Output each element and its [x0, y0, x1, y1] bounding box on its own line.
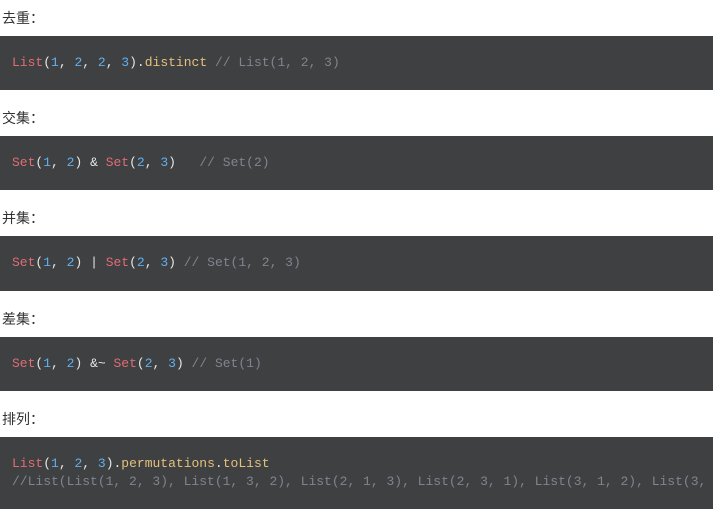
code-token-punc: [98, 255, 106, 270]
code-token-num: 3: [168, 356, 176, 371]
section-label: 交集：: [0, 100, 713, 136]
code-token-punc: ,: [51, 255, 67, 270]
code-token-punc: ): [176, 356, 192, 371]
code-token-punc: .: [215, 456, 223, 471]
code-token-num: 2: [137, 155, 145, 170]
code-token-num: 2: [98, 55, 106, 70]
code-token-kw: Set: [106, 255, 129, 270]
section-label: 排列：: [0, 401, 713, 437]
code-token-punc: (: [137, 356, 145, 371]
code-token-punc: ): [74, 356, 90, 371]
code-token-punc: ,: [145, 155, 161, 170]
code-token-op: |: [90, 255, 98, 270]
gap: [0, 190, 713, 200]
section-label: 去重：: [0, 0, 713, 36]
code-token-op: &~: [90, 356, 106, 371]
code-token-num: 1: [43, 255, 51, 270]
code-token-punc: (: [129, 255, 137, 270]
code-token-num: 2: [137, 255, 145, 270]
code-token-cmt: // Set(1, 2, 3): [184, 255, 301, 270]
code-token-punc: ): [74, 155, 90, 170]
code-token-cmt: // Set(1): [192, 356, 262, 371]
code-token-punc: ): [168, 255, 184, 270]
code-token-punc: [98, 155, 106, 170]
code-token-kw: Set: [106, 155, 129, 170]
code-token-num: 1: [43, 356, 51, 371]
code-token-punc: ,: [82, 55, 98, 70]
code-token-kw: Set: [12, 155, 35, 170]
code-token-punc: ,: [51, 155, 67, 170]
code-token-method: toList: [223, 456, 270, 471]
code-token-punc: [207, 55, 215, 70]
code-token-punc: ,: [82, 456, 98, 471]
code-token-cmt: // List(1, 2, 3): [215, 55, 340, 70]
code-token-punc: ).: [106, 456, 122, 471]
code-token-num: 1: [51, 456, 59, 471]
code-token-punc: ): [168, 155, 199, 170]
code-token-punc: ,: [145, 255, 161, 270]
code-token-punc: (: [129, 155, 137, 170]
code-token-cmt: //List(List(1, 2, 3), List(1, 3, 2), Lis…: [12, 474, 713, 489]
section-label: 并集：: [0, 200, 713, 236]
code-block: List(1, 2, 3).permutations.toList //List…: [0, 437, 713, 509]
code-token-punc: (: [43, 55, 51, 70]
code-token-method: distinct: [145, 55, 207, 70]
code-token-kw: Set: [113, 356, 136, 371]
code-token-punc: ).: [129, 55, 145, 70]
code-token-punc: ): [74, 255, 90, 270]
code-block: Set(1, 2) & Set(2, 3) // Set(2): [0, 136, 713, 190]
gap: [0, 90, 713, 100]
code-token-num: 3: [98, 456, 106, 471]
code-token-num: 3: [160, 255, 168, 270]
code-token-num: 3: [121, 55, 129, 70]
code-token-num: 2: [145, 356, 153, 371]
code-token-num: 3: [160, 155, 168, 170]
code-token-punc: ,: [59, 55, 75, 70]
gap: [0, 291, 713, 301]
code-block: List(1, 2, 2, 3).distinct // List(1, 2, …: [0, 36, 713, 90]
code-token-punc: ,: [51, 356, 67, 371]
code-token-kw: Set: [12, 356, 35, 371]
code-token-kw: List: [12, 55, 43, 70]
code-token-num: 1: [51, 55, 59, 70]
code-block: Set(1, 2) | Set(2, 3) // Set(1, 2, 3): [0, 236, 713, 290]
document-root: 去重：List(1, 2, 2, 3).distinct // List(1, …: [0, 0, 713, 519]
code-token-punc: ,: [59, 456, 75, 471]
code-token-kw: List: [12, 456, 43, 471]
code-token-method: permutations: [121, 456, 215, 471]
section-label: 差集：: [0, 301, 713, 337]
code-token-kw: Set: [12, 255, 35, 270]
code-token-punc: ,: [153, 356, 169, 371]
gap: [0, 391, 713, 401]
code-token-num: 1: [43, 155, 51, 170]
gap: [0, 509, 713, 519]
code-token-punc: (: [43, 456, 51, 471]
code-block: Set(1, 2) &~ Set(2, 3) // Set(1): [0, 337, 713, 391]
code-token-cmt: // Set(2): [199, 155, 269, 170]
code-token-punc: ,: [106, 55, 122, 70]
code-token-op: &: [90, 155, 98, 170]
